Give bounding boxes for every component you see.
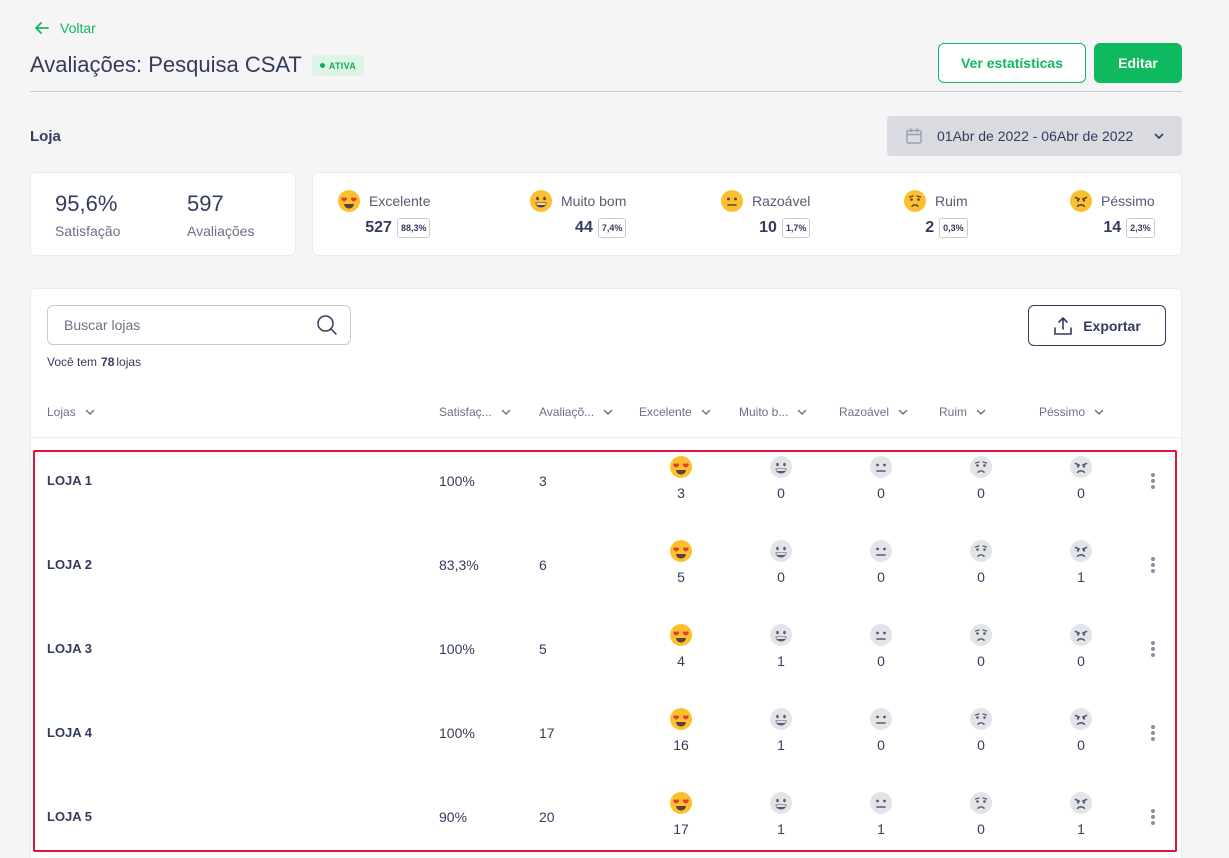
chevron-down-icon (500, 406, 512, 418)
grinning-emoji-icon (529, 189, 553, 213)
upload-icon (1054, 316, 1073, 335)
status-dot-icon (319, 63, 325, 68)
reviews-label: Avaliações (187, 223, 255, 239)
rating-label: Muito bom (561, 193, 627, 209)
ratings-card: Excelente 527 88,3% Muito bom 44 7,4% Razo… (312, 172, 1182, 256)
calendar-icon (906, 128, 922, 144)
search-box[interactable] (47, 305, 351, 345)
reviews-metric: 597 Avaliações (187, 191, 254, 239)
column-header-terrible[interactable]: Péssimo (1039, 405, 1105, 419)
summary-card: 95,6% Satisfação 597 Avaliações (30, 172, 296, 256)
selection-highlight (33, 450, 1177, 852)
column-header-label: Satisfaç... (439, 405, 492, 419)
date-range-text: 01Abr de 2022 - 06Abr de 2022 (937, 128, 1134, 144)
export-button[interactable]: Exportar (1028, 305, 1166, 346)
satisfaction-label: Satisfação (55, 223, 121, 239)
rating-percent: 2,3% (1126, 218, 1155, 238)
view-statistics-button[interactable]: Ver estatísticas (938, 43, 1086, 83)
chevron-down-icon (975, 406, 987, 418)
chevron-down-icon (1154, 133, 1164, 139)
rating-count: 2 (925, 219, 935, 236)
column-header-stores[interactable]: Lojas (47, 405, 96, 419)
rating-reasonable: Razoável 10 1,7% (720, 189, 811, 238)
rating-label: Péssimo (1101, 193, 1155, 209)
column-header-bad[interactable]: Ruim (939, 405, 987, 419)
status-badge-label: ATIVA (328, 60, 357, 71)
export-label: Exportar (1083, 317, 1141, 334)
rating-percent: 0,3% (939, 218, 968, 238)
back-link[interactable]: Voltar (34, 20, 96, 36)
reviews-value: 597 (187, 191, 224, 216)
rating-bad: Ruim 2 0,3% (903, 189, 968, 238)
rating-count: 527 (365, 219, 392, 236)
rating-label: Ruim (935, 193, 968, 209)
column-header-label: Péssimo (1039, 405, 1086, 419)
chevron-down-icon (1093, 406, 1105, 418)
column-header-label: Excelente (639, 405, 692, 419)
header-divider (30, 91, 1182, 92)
chevron-down-icon (602, 406, 614, 418)
table-header: Lojas Satisfaç... Avaliaçõ... Excelente … (31, 393, 1183, 438)
date-range-picker[interactable]: 01Abr de 2022 - 06Abr de 2022 (887, 116, 1182, 156)
rating-very-good: Muito bom 44 7,4% (529, 189, 627, 238)
rating-terrible: Péssimo 14 2,3% (1069, 189, 1155, 238)
back-label: Voltar (60, 20, 96, 36)
edit-button[interactable]: Editar (1094, 43, 1182, 83)
status-badge: ATIVA (311, 54, 365, 76)
satisfaction-value: 95,6% (55, 191, 118, 216)
rating-percent: 1,7% (781, 218, 811, 238)
search-icon[interactable] (316, 314, 338, 336)
rating-count: 14 (1103, 219, 1122, 236)
rating-count: 44 (575, 219, 593, 236)
neutral-face-emoji-icon (720, 189, 744, 213)
stores-table-card: Você tem78lojas Exportar Lojas Satisfaç.… (30, 288, 1183, 858)
column-header-label: Muito b... (739, 405, 789, 419)
rating-label: Razoável (752, 193, 811, 209)
column-header-excellent[interactable]: Excelente (639, 405, 712, 419)
arrow-left-icon (35, 22, 49, 34)
rating-count: 10 (759, 219, 777, 236)
chevron-down-icon (897, 406, 909, 418)
store-count-value: 78 (101, 355, 115, 369)
rating-label: Excelente (369, 193, 431, 209)
column-header-label: Avaliaçõ... (539, 405, 595, 419)
chevron-down-icon (84, 406, 96, 418)
column-header-reasonable[interactable]: Razoável (839, 405, 909, 419)
store-count: Você tem 78 lojas (47, 355, 141, 369)
rating-excellent: Excelente 527 88,3% (337, 189, 431, 238)
column-header-reviews[interactable]: Avaliaçõ... (539, 405, 614, 419)
column-header-label: Lojas (47, 405, 76, 419)
heart-eyes-emoji-icon (337, 189, 361, 213)
column-header-label: Ruim (939, 405, 968, 419)
search-input[interactable] (64, 317, 294, 333)
column-header-satisfaction[interactable]: Satisfaç... (439, 405, 512, 419)
satisfaction-metric: 95,6% Satisfação (55, 191, 120, 239)
store-count-suffix: lojas (116, 355, 142, 369)
column-header-very-good[interactable]: Muito b... (739, 405, 808, 419)
rating-percent: 88,3% (396, 218, 431, 238)
sad-face-emoji-icon (903, 189, 927, 213)
rating-percent: 7,4% (597, 218, 627, 238)
column-header-label: Razoável (839, 405, 890, 419)
chevron-down-icon (700, 406, 712, 418)
store-count-prefix: Você tem (47, 355, 98, 369)
chevron-down-icon (796, 406, 808, 418)
page-title: Avaliações: Pesquisa CSAT (30, 52, 302, 77)
angry-face-emoji-icon (1069, 189, 1093, 213)
section-label: Loja (30, 128, 61, 145)
